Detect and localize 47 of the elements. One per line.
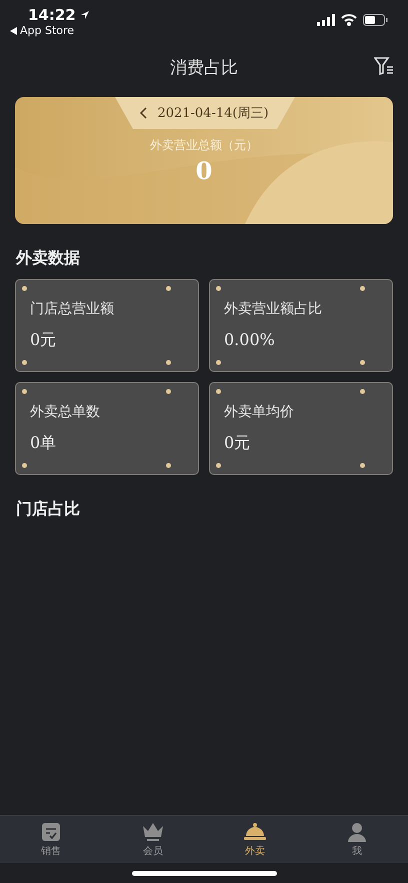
previous-day-icon[interactable] — [139, 107, 148, 119]
corner-dot — [22, 286, 27, 291]
tab-item[interactable]: 销售 — [0, 816, 102, 863]
crown-icon — [142, 822, 164, 842]
summary-value: 0 — [196, 156, 212, 185]
section-title: 门店占比 — [16, 499, 81, 520]
tab-item[interactable]: 我 — [306, 816, 408, 863]
stat-label: 外卖总单数 — [30, 403, 101, 421]
corner-dot — [360, 463, 365, 468]
corner-dot — [360, 389, 365, 394]
checklist-icon — [41, 822, 61, 842]
back-to-app-link[interactable]: App Store — [20, 24, 74, 37]
corner-dot — [216, 286, 221, 291]
tab-item[interactable]: 外卖 — [204, 816, 306, 863]
date-label[interactable]: 2021-04-14(周三) — [157, 104, 269, 122]
corner-dot — [166, 286, 171, 291]
corner-dot — [216, 360, 221, 365]
corner-dot — [216, 463, 221, 468]
corner-dot — [22, 463, 27, 468]
corner-dot — [216, 389, 221, 394]
corner-dot — [166, 360, 171, 365]
section-title: 外卖数据 — [16, 248, 81, 269]
stat-value: 0单 — [30, 433, 58, 454]
filter-icon[interactable] — [374, 56, 394, 76]
corner-dot — [22, 389, 27, 394]
corner-dot — [22, 360, 27, 365]
page-title: 消费占比 — [170, 56, 238, 78]
stat-label: 外卖单均价 — [224, 403, 295, 421]
corner-dot — [166, 389, 171, 394]
cloche-icon — [243, 822, 267, 842]
stat-value: 0.00% — [224, 330, 276, 349]
tab-item[interactable]: 会员 — [102, 816, 204, 863]
corner-dot — [360, 286, 365, 291]
summary-label: 外卖营业总额（元） — [150, 137, 258, 154]
corner-dot — [360, 360, 365, 365]
corner-dot — [166, 463, 171, 468]
wifi-icon — [341, 14, 357, 26]
person-icon — [347, 822, 367, 842]
location-icon — [80, 10, 90, 20]
status-time: 14:22 — [28, 6, 76, 24]
back-triangle-icon[interactable] — [10, 26, 17, 34]
stat-label: 外卖营业额占比 — [224, 300, 323, 318]
battery-icon — [363, 14, 388, 26]
stat-value: 0元 — [30, 330, 58, 351]
signal-icon — [317, 14, 335, 26]
stat-label: 门店总营业额 — [30, 300, 115, 318]
stat-value: 0元 — [224, 433, 252, 454]
